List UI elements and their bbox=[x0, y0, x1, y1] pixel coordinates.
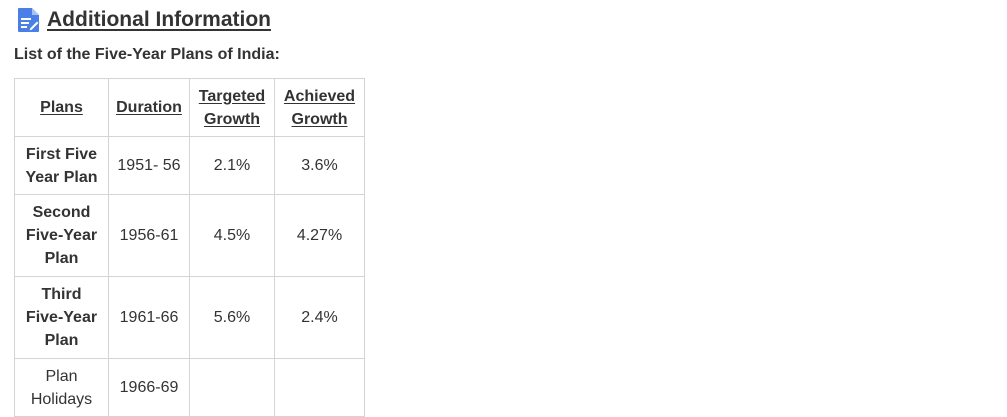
section-heading: Additional Information bbox=[17, 7, 271, 33]
table-row: Third Five-Year Plan 1961-66 5.6% 2.4% bbox=[14, 276, 365, 359]
document-icon bbox=[17, 7, 41, 33]
targeted-growth-cell: 5.6% bbox=[189, 276, 275, 359]
targeted-growth-cell: 4.5% bbox=[189, 194, 275, 277]
duration-cell: 1951- 56 bbox=[108, 136, 190, 195]
header-targeted-line1: Targeted bbox=[198, 87, 266, 105]
table-header-row: Plans Duration Targeted Growth Achieved … bbox=[14, 78, 365, 137]
table-caption: List of the Five-Year Plans of India: bbox=[14, 46, 280, 63]
plan-name-cell: Second Five-Year Plan bbox=[14, 194, 109, 277]
header-achieved-growth: Achieved Growth bbox=[274, 78, 365, 137]
header-targeted-line2: Growth bbox=[204, 110, 260, 128]
achieved-growth-cell bbox=[274, 358, 365, 417]
table-row: Plan Holidays 1966-69 bbox=[14, 358, 365, 417]
plan-name-cell: Plan Holidays bbox=[14, 358, 109, 417]
header-achieved-line2: Growth bbox=[291, 110, 348, 128]
achieved-growth-cell: 4.27% bbox=[274, 194, 365, 277]
duration-cell: 1956-61 bbox=[108, 194, 190, 277]
table-row: First Five Year Plan 1951- 56 2.1% 3.6% bbox=[14, 136, 365, 195]
plan-name-cell: First Five Year Plan bbox=[14, 136, 109, 195]
five-year-plans-table: Plans Duration Targeted Growth Achieved … bbox=[14, 78, 365, 417]
achieved-growth-cell: 2.4% bbox=[274, 276, 365, 359]
duration-cell: 1966-69 bbox=[108, 358, 190, 417]
header-targeted-growth: Targeted Growth bbox=[189, 78, 275, 137]
header-achieved-line1: Achieved bbox=[283, 87, 356, 105]
section-title: Additional Information bbox=[47, 8, 271, 31]
targeted-growth-cell bbox=[189, 358, 275, 417]
duration-cell: 1961-66 bbox=[108, 276, 190, 359]
table-row: Second Five-Year Plan 1956-61 4.5% 4.27% bbox=[14, 194, 365, 277]
achieved-growth-cell: 3.6% bbox=[274, 136, 365, 195]
plan-name-cell: Third Five-Year Plan bbox=[14, 276, 109, 359]
targeted-growth-cell: 2.1% bbox=[189, 136, 275, 195]
header-duration: Duration bbox=[108, 78, 190, 137]
header-plans: Plans bbox=[14, 78, 109, 137]
